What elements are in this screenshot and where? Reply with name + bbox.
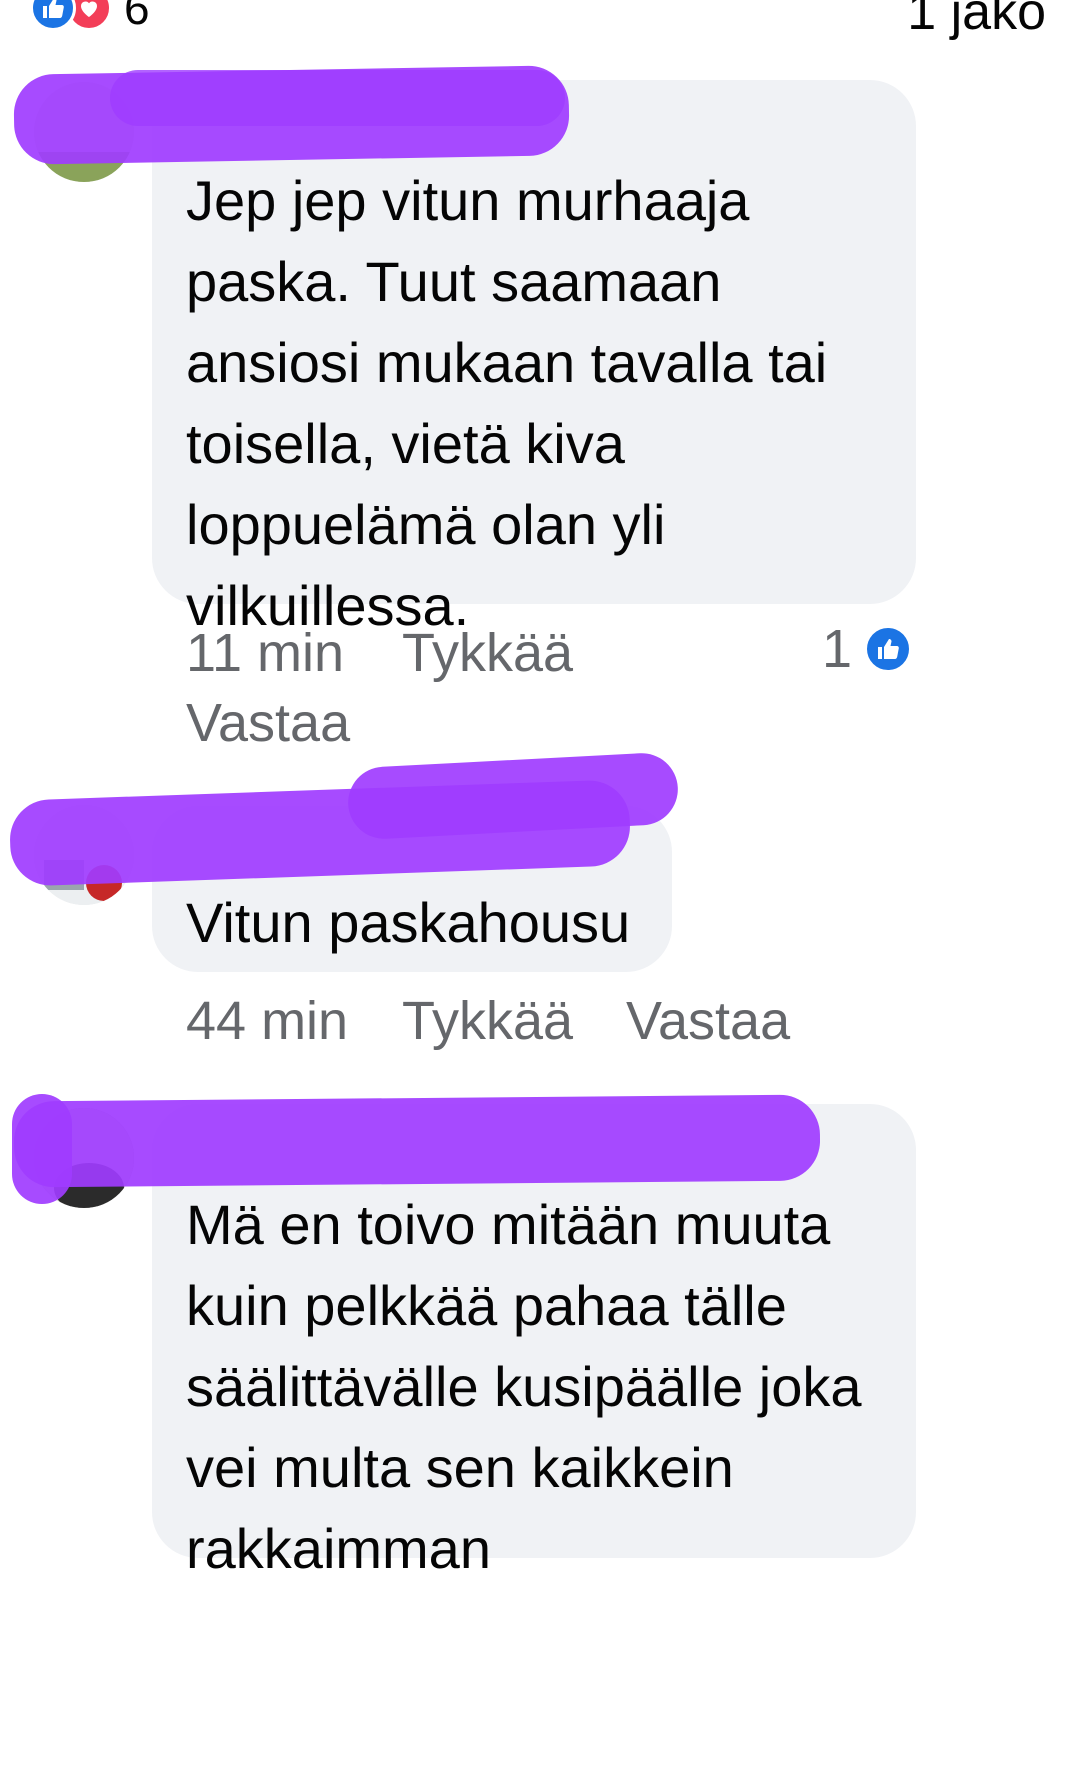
comment-text: Vitun paskahousu (186, 891, 631, 954)
reply-button[interactable]: Vastaa (186, 692, 350, 754)
reply-button[interactable]: Vastaa (626, 990, 790, 1052)
comment-like-count[interactable]: 1 (822, 618, 912, 680)
like-icon (30, 0, 76, 31)
reaction-count: 6 (124, 0, 150, 34)
comment-time[interactable]: 11 min (186, 622, 344, 684)
redacted-author-name (13, 1094, 821, 1188)
share-count[interactable]: 1 jako (907, 0, 1046, 42)
redaction-mark (110, 70, 565, 126)
reaction-summary[interactable]: 6 (30, 0, 150, 38)
comment-text: Mä en toivo mitään muuta kuin pelkkää pa… (186, 1193, 862, 1580)
like-button[interactable]: Tykkää (402, 622, 573, 684)
post-stats-bar: 6 1 jako (0, 0, 1080, 50)
like-button[interactable]: Tykkää (402, 990, 573, 1052)
redaction-mark (12, 1094, 72, 1204)
like-count-value: 1 (821, 619, 852, 679)
like-icon (864, 625, 912, 673)
comment-text: Jep jep vitun murhaaja paska. Tuut saama… (186, 169, 828, 637)
comment-time[interactable]: 44 min (186, 990, 348, 1052)
